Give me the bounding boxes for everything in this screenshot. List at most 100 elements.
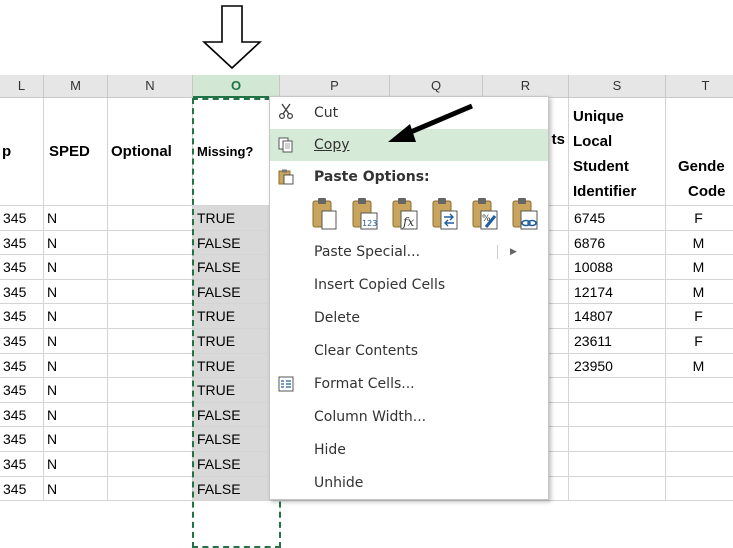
cell-L-row1[interactable]: 345 — [0, 206, 44, 231]
cell-M-row8[interactable]: N — [44, 378, 108, 403]
cell-L-row3[interactable]: 345 — [0, 255, 44, 280]
cell-T-row2[interactable]: M — [666, 231, 733, 256]
cell-S-row4[interactable]: 12174 — [569, 279, 666, 305]
cell-S-row5[interactable]: 14807 — [569, 304, 666, 329]
cell-S-row8[interactable] — [569, 378, 666, 403]
column-header-M[interactable]: M — [44, 75, 108, 98]
cell-M-row7[interactable]: N — [44, 353, 108, 379]
paste-link-icon[interactable] — [512, 197, 538, 231]
cell-N-row7[interactable] — [108, 353, 193, 379]
paste-values-icon[interactable]: 123 — [352, 197, 378, 231]
cell-M-row3[interactable]: N — [44, 255, 108, 280]
cell-S-row3[interactable]: 10088 — [569, 255, 666, 280]
cell-T-row6[interactable]: F — [666, 329, 733, 354]
cell-L-row2[interactable]: 345 — [0, 230, 44, 256]
column-header-N[interactable]: N — [108, 75, 193, 98]
header-cell-M[interactable]: SPED — [44, 98, 108, 206]
cell-L-row9[interactable]: 345 — [0, 402, 44, 428]
cell-N-row6[interactable] — [108, 329, 193, 354]
column-header-R[interactable]: R — [483, 75, 569, 98]
paste-special-label: Paste Special... — [314, 244, 421, 260]
column-copy-marquee — [192, 98, 281, 548]
paste-transpose-icon[interactable] — [432, 197, 458, 231]
cell-T-row3[interactable]: M — [666, 255, 733, 280]
cell-S-row12[interactable] — [569, 476, 666, 502]
cell-S-row6[interactable]: 23611 — [569, 329, 666, 354]
header-cell-T[interactable]: Gende Code — [666, 98, 733, 206]
cell-T-row4[interactable]: M — [666, 280, 733, 305]
menu-item-delete[interactable]: Delete — [270, 302, 548, 334]
cell-L-row8[interactable]: 345 — [0, 378, 44, 403]
cell-M-row5[interactable]: N — [44, 304, 108, 329]
paste-formulas-icon[interactable]: fx — [392, 197, 418, 231]
header-cell-L[interactable]: p — [0, 98, 44, 206]
cell-N-row12[interactable] — [108, 476, 193, 502]
cell-T-row1[interactable]: F — [666, 206, 733, 231]
column-header-T[interactable]: T — [666, 75, 733, 98]
cell-N-row9[interactable] — [108, 402, 193, 428]
cell-N-row1[interactable] — [108, 206, 193, 231]
cell-M-row6[interactable]: N — [44, 329, 108, 354]
cell-L-row11[interactable]: 345 — [0, 452, 44, 477]
clear-contents-label: Clear Contents — [314, 343, 419, 359]
cell-M-row1[interactable]: N — [44, 206, 108, 231]
menu-item-unhide[interactable]: Unhide — [270, 467, 548, 499]
cell-M-row9[interactable]: N — [44, 402, 108, 428]
cell-T-row7[interactable]: M — [666, 354, 733, 379]
cell-N-row11[interactable] — [108, 452, 193, 477]
menu-item-hide[interactable]: Hide — [270, 434, 548, 466]
cell-S-row1[interactable]: 6745 — [569, 206, 666, 231]
cell-L-row12[interactable]: 345 — [0, 476, 44, 502]
cell-M-row4[interactable]: N — [44, 279, 108, 305]
cell-N-row3[interactable] — [108, 255, 193, 280]
cell-T-row8[interactable] — [666, 378, 733, 403]
cell-T-row5[interactable]: F — [666, 304, 733, 329]
cell-S-row9[interactable] — [569, 402, 666, 428]
scissors-icon — [278, 103, 294, 119]
cell-L-row4[interactable]: 345 — [0, 279, 44, 305]
cell-N-row8[interactable] — [108, 378, 193, 403]
header-cell-S[interactable]: Unique Local Student Identifier — [569, 98, 666, 206]
header-S-line2: Local — [573, 133, 613, 150]
paste-icon[interactable] — [312, 197, 338, 231]
cell-M-row12[interactable]: N — [44, 476, 108, 502]
cell-T-row10[interactable] — [666, 427, 733, 452]
cell-L-row6[interactable]: 345 — [0, 329, 44, 354]
cell-M-row10[interactable]: N — [44, 427, 108, 452]
separator-bar — [497, 245, 498, 259]
column-header-P[interactable]: P — [280, 75, 390, 98]
cell-N-row4[interactable] — [108, 279, 193, 305]
svg-text:123: 123 — [362, 219, 377, 228]
menu-item-clear-contents[interactable]: Clear Contents — [270, 335, 548, 367]
cell-M-row11[interactable]: N — [44, 452, 108, 477]
cell-S-row10[interactable] — [569, 427, 666, 452]
cell-N-row10[interactable] — [108, 427, 193, 452]
cell-N-row5[interactable] — [108, 304, 193, 329]
menu-item-paste-special[interactable]: Paste Special... ▶ — [270, 236, 548, 268]
cell-S-row7[interactable]: 23950 — [569, 353, 666, 379]
unhide-label: Unhide — [314, 475, 364, 491]
menu-item-format-cells[interactable]: Format Cells... — [270, 368, 548, 400]
column-header-L[interactable]: L — [0, 75, 44, 98]
cell-N-row2[interactable] — [108, 230, 193, 256]
menu-item-insert-copied-cells[interactable]: Insert Copied Cells — [270, 269, 548, 301]
column-header-Q[interactable]: Q — [390, 75, 483, 98]
paste-options-row: 123 fx % — [310, 197, 546, 233]
column-header-O[interactable]: O — [193, 75, 280, 98]
paste-formatting-icon[interactable]: % — [472, 197, 498, 231]
cell-L-row10[interactable]: 345 — [0, 427, 44, 452]
cell-L-row7[interactable]: 345 — [0, 353, 44, 379]
menu-item-column-width[interactable]: Column Width... — [270, 401, 548, 433]
cut-label: Cut — [314, 105, 339, 121]
header-cell-N[interactable]: Optional — [108, 98, 193, 206]
format-cells-label: Format Cells... — [314, 376, 415, 392]
cell-M-row2[interactable]: N — [44, 230, 108, 256]
cell-S-row11[interactable] — [569, 452, 666, 477]
cell-T-row12[interactable] — [666, 477, 733, 502]
cell-T-row9[interactable] — [666, 403, 733, 428]
cell-T-row11[interactable] — [666, 452, 733, 477]
column-header-S[interactable]: S — [569, 75, 666, 98]
insert-copied-cells-label: Insert Copied Cells — [314, 277, 446, 293]
cell-S-row2[interactable]: 6876 — [569, 230, 666, 256]
cell-L-row5[interactable]: 345 — [0, 304, 44, 329]
